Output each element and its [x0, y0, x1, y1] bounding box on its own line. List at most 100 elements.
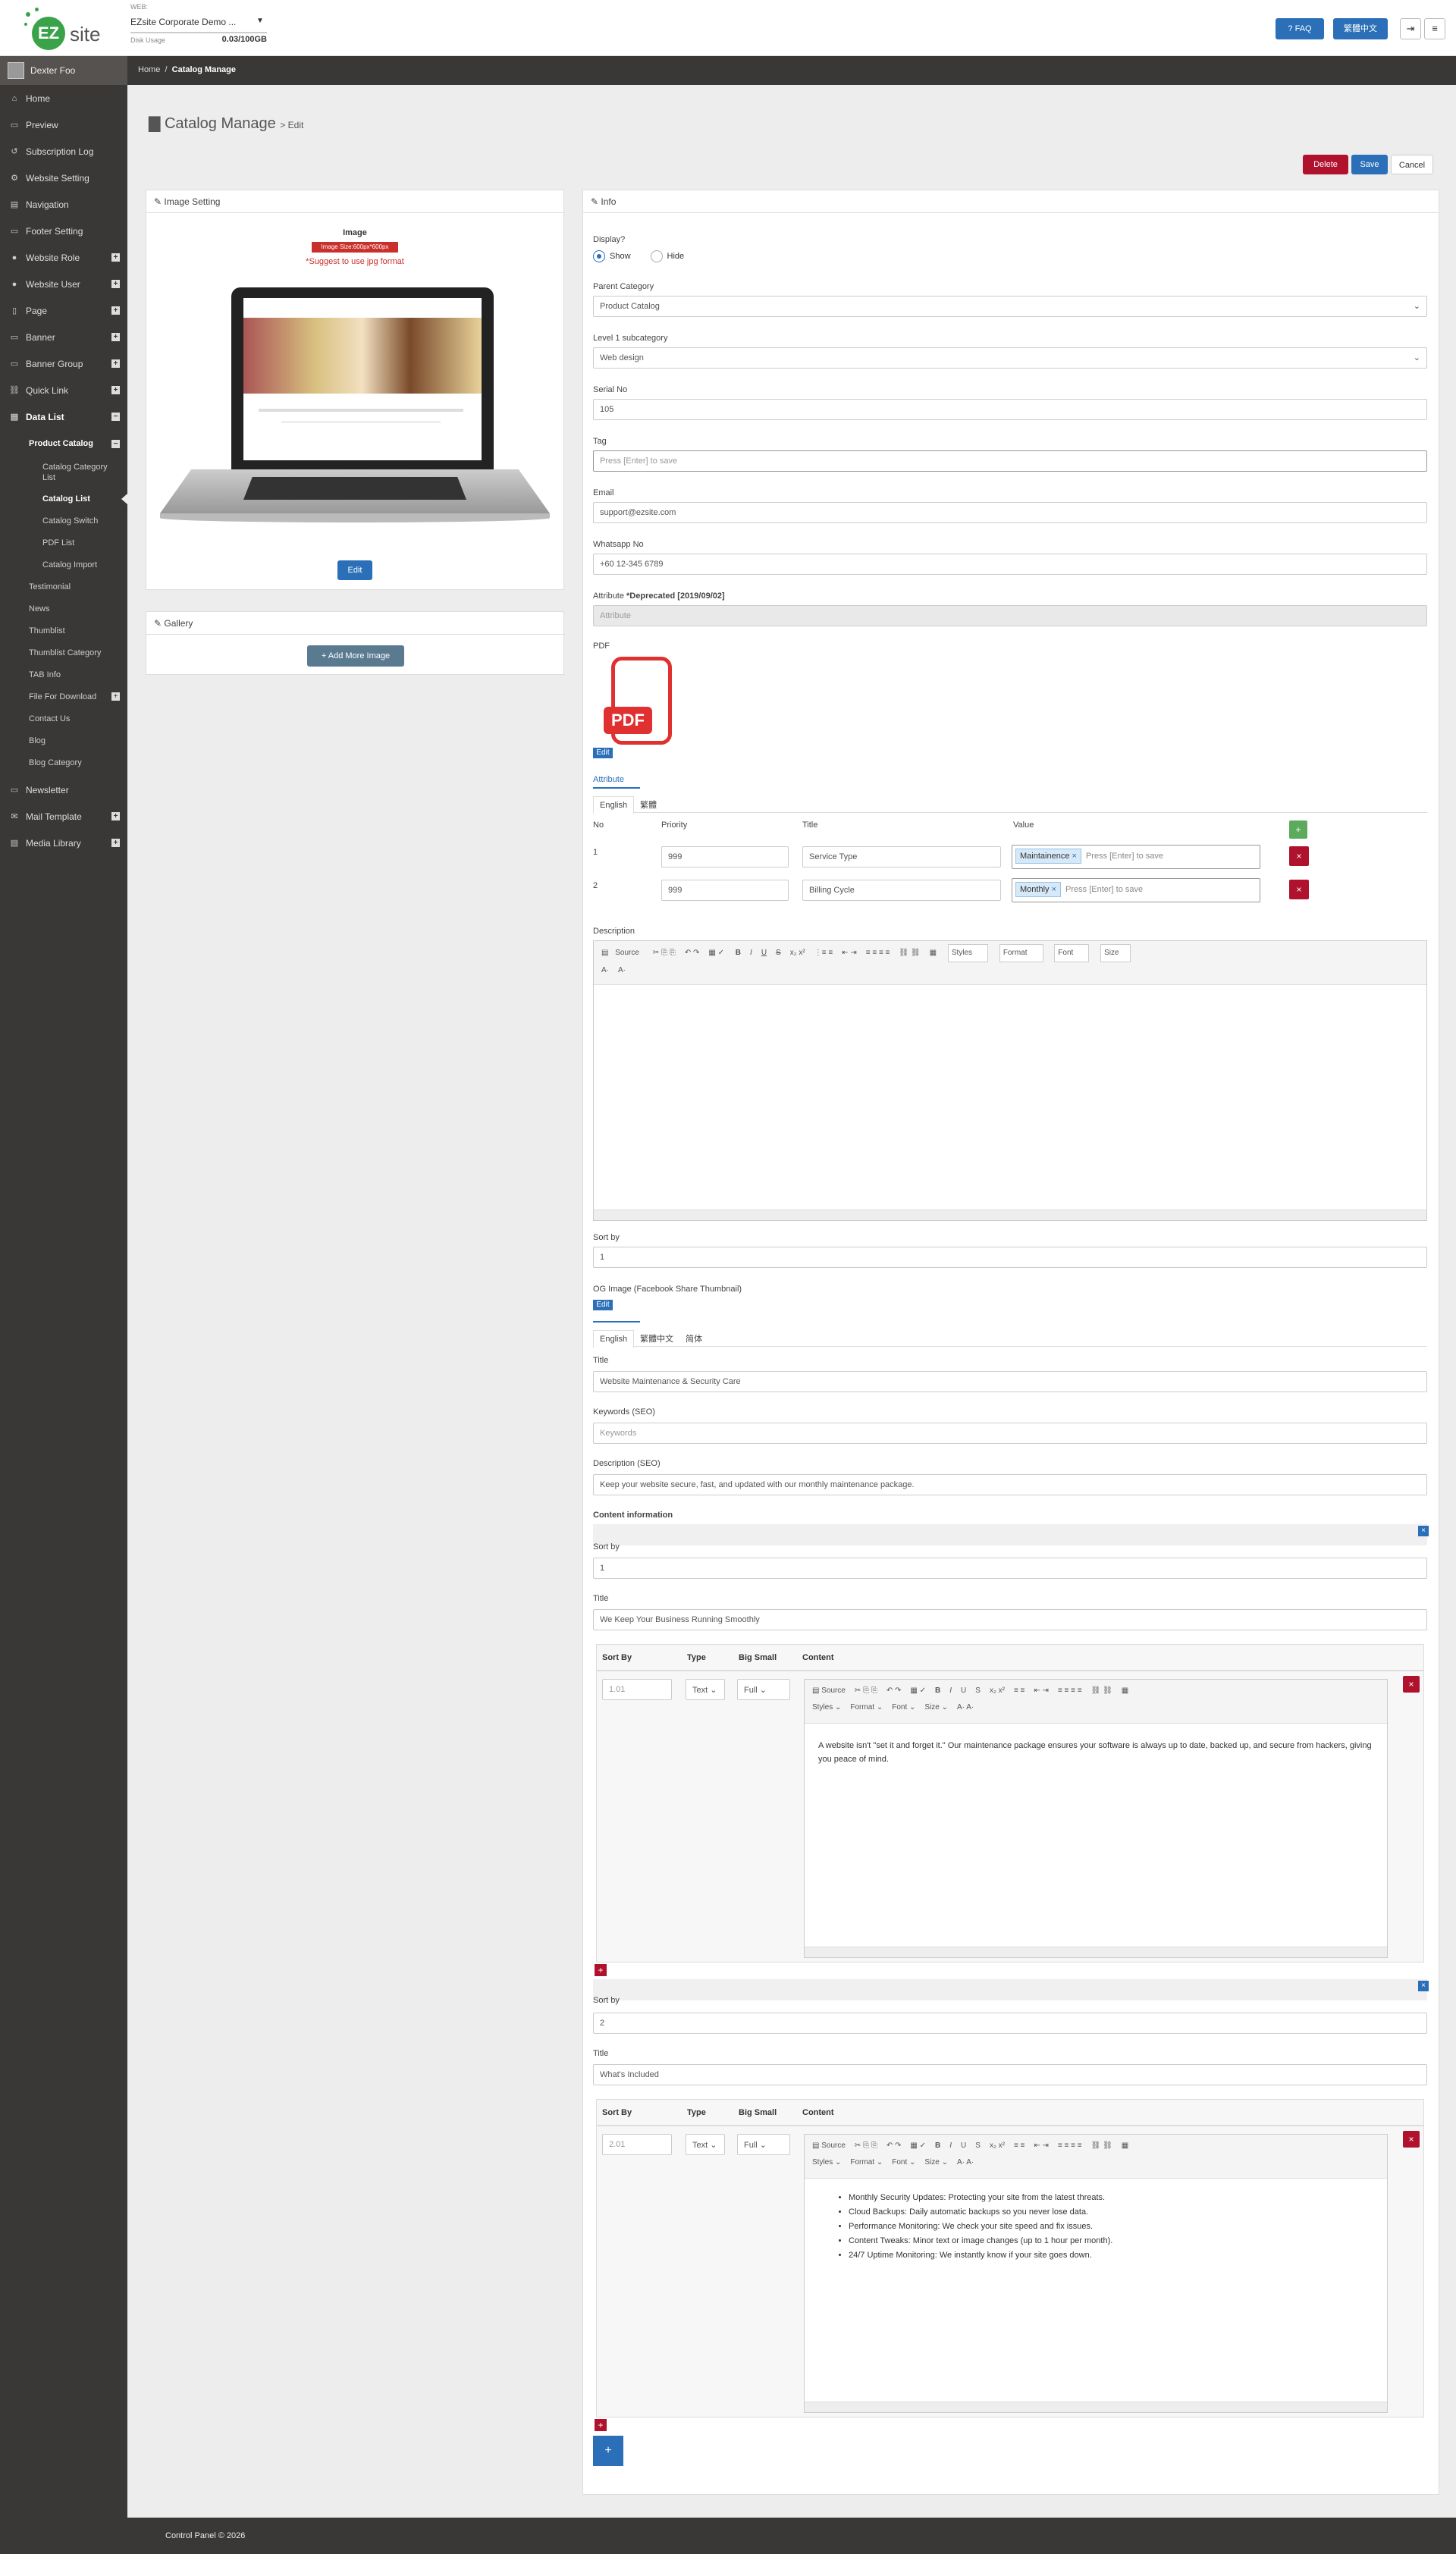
- sidebar-item-navigation[interactable]: ▤ Navigation: [0, 191, 127, 218]
- add-content-row-button[interactable]: +: [595, 2419, 607, 2431]
- user-bar[interactable]: Dexter Foo: [0, 56, 127, 85]
- attribute-priority-input[interactable]: 999: [661, 846, 789, 868]
- save-button[interactable]: Save: [1351, 155, 1388, 174]
- sidebar-item-mail-template[interactable]: ✉ Mail Template +: [0, 803, 127, 830]
- faq-button[interactable]: ? FAQ: [1276, 18, 1324, 39]
- text-color-button[interactable]: A·: [601, 962, 609, 979]
- sidebar-item-page[interactable]: ▯ Page +: [0, 297, 127, 324]
- description-editor[interactable]: ▤ Source ✂ ⎘ ⎘ ↶ ↷ ▦ ✓ B I U Sx₂ x² ⋮≡ ≡ ⇤ ⇥ ≡ ≡ …: [593, 940, 1427, 1221]
- content-editor[interactable]: ▤ Source ✂ ⎘ ⎘ ↶ ↷ ▦ ✓ B I U Sx₂ x² ≡ ≡ ⇤ ⇥ ≡ ≡ ≡ …: [804, 1679, 1388, 1958]
- sidebar-item-contact-us[interactable]: Contact Us: [0, 708, 127, 729]
- add-attribute-button[interactable]: +: [1289, 820, 1307, 839]
- image-edit-button[interactable]: Edit: [337, 560, 372, 580]
- row-sort-input[interactable]: 1.01: [602, 1679, 672, 1700]
- level1-subcategory-select[interactable]: Web design ⌄: [593, 347, 1427, 369]
- tab-english[interactable]: English: [593, 796, 635, 814]
- sidebar-item-catalog-category-list[interactable]: Catalog Category List: [0, 457, 127, 488]
- menu-icon[interactable]: ≡: [1424, 18, 1445, 39]
- seo-keywords-input[interactable]: Keywords: [593, 1423, 1427, 1444]
- content-editor[interactable]: ▤ Source ✂ ⎘ ⎘ ↶ ↷ ▦ ✓ B I U Sx₂ x² ≡ ≡ ⇤ ⇥ ≡ ≡ ≡ …: [804, 2134, 1388, 2413]
- tag-remove-icon[interactable]: ×: [1052, 885, 1056, 894]
- sidebar-item-newsletter[interactable]: ▭ Newsletter: [0, 777, 127, 803]
- remove-attribute-row-button[interactable]: ×: [1289, 880, 1309, 899]
- sidebar-item-data-list[interactable]: ▤ Data List −: [0, 403, 127, 430]
- block-sort-input[interactable]: 2: [593, 2013, 1427, 2034]
- format-dropdown[interactable]: Format: [999, 944, 1043, 962]
- tag-remove-icon[interactable]: ×: [1072, 852, 1077, 861]
- website-selector[interactable]: WEB: EZsite Corporate Demo ... ▼ Disk Us…: [130, 3, 267, 49]
- hide-radio[interactable]: [650, 250, 663, 262]
- sort-by-input[interactable]: 1: [593, 1247, 1427, 1268]
- sidebar-item-subscription-log[interactable]: ↺ Subscription Log: [0, 138, 127, 165]
- remove-content-row-button[interactable]: ×: [1403, 1676, 1420, 1693]
- size-dropdown[interactable]: Size: [1100, 944, 1131, 962]
- remove-content-block-button[interactable]: ×: [1418, 1981, 1429, 1991]
- add-content-row-button[interactable]: +: [595, 1964, 607, 1976]
- og-image-edit-button[interactable]: Edit: [593, 1300, 613, 1310]
- serial-no-input[interactable]: 105: [593, 399, 1427, 420]
- source-button[interactable]: ▤ Source: [601, 945, 644, 962]
- seo-title-input[interactable]: Website Maintenance & Security Care: [593, 1371, 1427, 1392]
- tab-simplified-chinese[interactable]: 简体: [679, 1329, 708, 1348]
- attribute-value-tags[interactable]: Monthly × Press [Enter] to save: [1012, 878, 1260, 902]
- add-more-image-button[interactable]: + Add More Image: [307, 645, 404, 667]
- sidebar-item-banner-group[interactable]: ▭ Banner Group +: [0, 350, 127, 377]
- sidebar-item-testimonial[interactable]: Testimonial: [0, 576, 127, 598]
- parent-category-select[interactable]: Product Catalog ⌄: [593, 296, 1427, 317]
- tab-traditional-chinese[interactable]: 繁體中文: [634, 1329, 679, 1348]
- remove-content-row-button[interactable]: ×: [1403, 2131, 1420, 2148]
- tag-input[interactable]: Press [Enter] to save: [593, 450, 1427, 472]
- sidebar-item-website-user[interactable]: ● Website User +: [0, 271, 127, 297]
- sidebar-item-blog-category[interactable]: Blog Category: [0, 751, 127, 773]
- remove-content-block-button[interactable]: ×: [1418, 1526, 1429, 1536]
- breadcrumb-home[interactable]: Home: [138, 65, 160, 74]
- row-type-select[interactable]: Text ⌄: [686, 2134, 725, 2155]
- row-type-select[interactable]: Text ⌄: [686, 1679, 725, 1700]
- sidebar-item-banner[interactable]: ▭ Banner +: [0, 324, 127, 350]
- attribute-title-input[interactable]: Billing Cycle: [802, 880, 1001, 901]
- sidebar-item-catalog-switch[interactable]: Catalog Switch: [0, 510, 127, 532]
- sidebar-item-quick-link[interactable]: ⛓ Quick Link +: [0, 377, 127, 403]
- styles-dropdown[interactable]: Styles: [947, 944, 989, 962]
- sidebar-item-catalog-list[interactable]: Catalog List: [0, 488, 127, 510]
- seo-description-input[interactable]: Keep your website secure, fast, and upda…: [593, 1474, 1427, 1495]
- logout-icon[interactable]: ⇥: [1400, 18, 1421, 39]
- block-title-input[interactable]: What's Included: [593, 2064, 1427, 2085]
- sidebar-item-website-role[interactable]: ● Website Role +: [0, 244, 127, 271]
- ezsite-logo[interactable]: EZ site: [21, 5, 112, 52]
- block-title-input[interactable]: We Keep Your Business Running Smoothly: [593, 1609, 1427, 1630]
- bg-color-button[interactable]: A·: [618, 962, 626, 979]
- remove-attribute-row-button[interactable]: ×: [1289, 846, 1309, 866]
- row-size-select[interactable]: Full ⌄: [737, 1679, 790, 1700]
- sidebar-item-news[interactable]: News: [0, 598, 127, 620]
- row-size-select[interactable]: Full ⌄: [737, 2134, 790, 2155]
- font-dropdown[interactable]: Font: [1054, 944, 1090, 962]
- cancel-button[interactable]: Cancel: [1391, 155, 1433, 174]
- add-content-block-button[interactable]: +: [593, 2436, 623, 2466]
- row-sort-input[interactable]: 2.01: [602, 2134, 672, 2155]
- sidebar-item-product-catalog[interactable]: Product Catalog −: [0, 430, 127, 457]
- sidebar-item-tab-info[interactable]: TAB Info: [0, 664, 127, 686]
- sidebar-item-catalog-import[interactable]: Catalog Import: [0, 554, 127, 576]
- sidebar-item-footer-setting[interactable]: ▭ Footer Setting: [0, 218, 127, 244]
- sidebar-item-file-for-download[interactable]: File For Download +: [0, 686, 127, 708]
- italic-button[interactable]: I: [750, 945, 752, 962]
- block-sort-input[interactable]: 1: [593, 1558, 1427, 1579]
- sidebar-item-pdf-list[interactable]: PDF List: [0, 532, 127, 554]
- sidebar-item-media-library[interactable]: ▤ Media Library +: [0, 830, 127, 856]
- attribute-value-tags[interactable]: Maintainence × Press [Enter] to save: [1012, 845, 1260, 869]
- whatsapp-input[interactable]: +60 12-345 6789: [593, 554, 1427, 575]
- tab-traditional-chinese[interactable]: 繁體: [634, 795, 663, 814]
- sidebar-item-blog[interactable]: Blog: [0, 729, 127, 751]
- sidebar-item-home[interactable]: ⌂ Home: [0, 85, 127, 111]
- pdf-edit-button[interactable]: Edit: [593, 748, 613, 758]
- language-button[interactable]: 繁體中文: [1333, 18, 1388, 39]
- sidebar-item-preview[interactable]: ▭ Preview: [0, 111, 127, 138]
- sidebar-item-website-setting[interactable]: ⚙ Website Setting: [0, 165, 127, 191]
- delete-button[interactable]: Delete: [1303, 155, 1348, 174]
- attribute-priority-input[interactable]: 999: [661, 880, 789, 901]
- attribute-title-input[interactable]: Service Type: [802, 846, 1001, 868]
- bold-button[interactable]: B: [736, 945, 741, 962]
- show-radio[interactable]: [593, 250, 605, 262]
- tab-english[interactable]: English: [593, 1330, 635, 1348]
